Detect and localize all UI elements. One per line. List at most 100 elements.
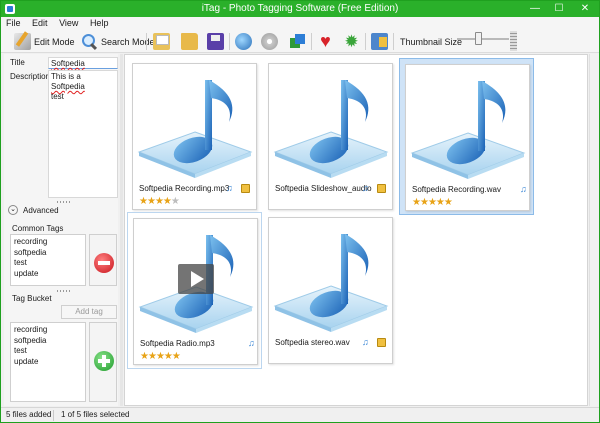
- list-item[interactable]: test: [14, 258, 82, 269]
- gear-icon: ✹: [344, 32, 359, 51]
- star-empty-icon[interactable]: ★: [171, 196, 180, 207]
- advanced-label: Advanced: [23, 205, 59, 215]
- gallery-scrollbar[interactable]: [589, 54, 599, 406]
- apply-tags-button[interactable]: [89, 322, 117, 402]
- file-thumbnail[interactable]: Softpedia Slideshow_audio ♫: [263, 58, 398, 215]
- open-file-icon: [153, 33, 170, 50]
- star-filled-icon[interactable]: ★: [172, 351, 181, 362]
- splitter-grip[interactable]: [57, 290, 71, 292]
- star-filled-icon[interactable]: ★: [420, 197, 429, 208]
- audio-type-icon: ♫: [362, 183, 369, 193]
- panel-splitter[interactable]: [120, 54, 123, 406]
- thumbnail-frame: Softpedia Slideshow_audio ♫: [268, 63, 393, 210]
- list-item[interactable]: test: [14, 346, 82, 357]
- edit-mode-label: Edit Mode: [34, 36, 75, 47]
- file-name: Softpedia Recording.wav: [412, 185, 501, 194]
- splitter-grip[interactable]: [57, 201, 71, 203]
- star-filled-icon[interactable]: ★: [147, 196, 156, 207]
- star-filled-icon[interactable]: ★: [140, 351, 149, 362]
- windows-button[interactable]: [289, 32, 306, 51]
- star-filled-icon[interactable]: ★: [436, 197, 445, 208]
- search-icon: [81, 33, 98, 50]
- search-mode-button[interactable]: Search Mode: [81, 32, 155, 51]
- disc-button[interactable]: [261, 32, 278, 51]
- list-item[interactable]: softpedia: [14, 248, 82, 259]
- folder-icon: [181, 33, 198, 50]
- audio-type-icon: ♫: [520, 184, 527, 194]
- file-name: Softpedia Radio.mp3: [140, 339, 215, 348]
- list-item[interactable]: update: [14, 269, 82, 280]
- details-panel: Title Softpedia Description This is a So…: [4, 54, 118, 406]
- list-item[interactable]: recording: [14, 325, 82, 336]
- globe-icon: [235, 33, 252, 50]
- star-filled-icon[interactable]: ★: [148, 351, 157, 362]
- chevron-down-icon: ⌄: [8, 205, 18, 215]
- file-thumbnail[interactable]: Softpedia stereo.wav ♫: [263, 212, 398, 369]
- close-button[interactable]: ✕: [573, 1, 597, 17]
- common-tags-list[interactable]: recording softpedia test update: [10, 234, 86, 286]
- menu-file[interactable]: File: [1, 17, 25, 28]
- save-button[interactable]: [207, 32, 224, 51]
- exit-button[interactable]: [371, 32, 388, 51]
- folder-button[interactable]: [181, 32, 198, 51]
- advanced-toggle[interactable]: ⌄ Advanced: [8, 205, 59, 215]
- title-input[interactable]: Softpedia: [48, 57, 118, 69]
- star-filled-icon[interactable]: ★: [163, 196, 172, 207]
- star-filled-icon[interactable]: ★: [412, 197, 421, 208]
- audio-type-icon: ♫: [362, 337, 369, 347]
- remove-tag-button[interactable]: [89, 234, 117, 286]
- star-filled-icon[interactable]: ★: [156, 351, 165, 362]
- web-button[interactable]: [235, 32, 252, 51]
- maximize-button[interactable]: ☐: [547, 1, 571, 17]
- title-label: Title: [10, 58, 25, 67]
- file-thumbnail[interactable]: Softpedia Recording.mp3 ♫ ★★★★★: [127, 58, 262, 215]
- file-gallery[interactable]: Softpedia Recording.mp3 ♫ ★★★★★ Softpedia …: [124, 54, 588, 406]
- menu-help[interactable]: Help: [85, 17, 113, 28]
- open-button[interactable]: [153, 32, 170, 51]
- file-thumbnail[interactable]: Softpedia Recording.wav ♫ ★★★★★: [399, 58, 534, 215]
- tag-icon: [377, 338, 386, 347]
- thumbnail-size-thumb[interactable]: [475, 32, 482, 45]
- minimize-button[interactable]: —: [523, 1, 547, 17]
- thumbnail-size-text: Thumbnail Size: [400, 36, 463, 47]
- app-window: iTag - Photo Tagging Software (Free Edit…: [0, 0, 600, 423]
- edit-mode-button[interactable]: Edit Mode: [14, 32, 75, 51]
- thumbnail-frame: Softpedia Recording.wav ♫ ★★★★★: [405, 64, 530, 211]
- list-item[interactable]: recording: [14, 237, 82, 248]
- favorite-button[interactable]: ♥: [317, 32, 334, 51]
- music-note-icon: [273, 234, 389, 332]
- thumbnail-size-label: Thumbnail Size: [400, 32, 462, 51]
- music-note-icon: [410, 81, 526, 179]
- star-filled-icon[interactable]: ★: [139, 196, 148, 207]
- rating-stars[interactable]: ★★★★★: [412, 197, 453, 208]
- rating-stars[interactable]: ★★★★★: [140, 351, 181, 362]
- list-item[interactable]: softpedia: [14, 336, 82, 347]
- tag-bucket-list[interactable]: recording softpedia test update: [10, 322, 86, 402]
- star-filled-icon[interactable]: ★: [155, 196, 164, 207]
- toolbar-separator: [146, 33, 147, 50]
- settings-button[interactable]: ✹: [343, 32, 360, 51]
- menu-edit[interactable]: Edit: [27, 17, 52, 28]
- status-separator: [53, 410, 54, 421]
- star-filled-icon[interactable]: ★: [428, 197, 437, 208]
- thumbnail-size-slider[interactable]: [457, 38, 509, 40]
- rating-stars[interactable]: ★★★★★: [139, 196, 180, 207]
- add-tag-button[interactable]: Add tag: [61, 305, 117, 319]
- tag-bucket-label: Tag Bucket: [12, 294, 52, 303]
- toolbar-separator: [365, 33, 366, 50]
- menu-view[interactable]: View: [54, 17, 82, 28]
- file-thumbnail[interactable]: Softpedia Radio.mp3 ♫ ★★★★★: [127, 212, 262, 369]
- edit-icon: [14, 33, 31, 50]
- toolbar-separator: [229, 33, 230, 50]
- file-name: Softpedia Recording.mp3: [139, 184, 230, 193]
- description-text: This is a: [51, 72, 81, 81]
- title-bar[interactable]: iTag - Photo Tagging Software (Free Edit…: [1, 1, 599, 17]
- star-filled-icon[interactable]: ★: [164, 351, 173, 362]
- play-icon[interactable]: [178, 264, 214, 294]
- list-item[interactable]: update: [14, 357, 82, 368]
- audio-type-icon: ♫: [226, 183, 233, 193]
- file-name: Softpedia stereo.wav: [275, 338, 350, 347]
- tag-icon: [241, 184, 250, 193]
- star-filled-icon[interactable]: ★: [444, 197, 453, 208]
- description-textarea[interactable]: This is a Softpedia test: [48, 70, 118, 198]
